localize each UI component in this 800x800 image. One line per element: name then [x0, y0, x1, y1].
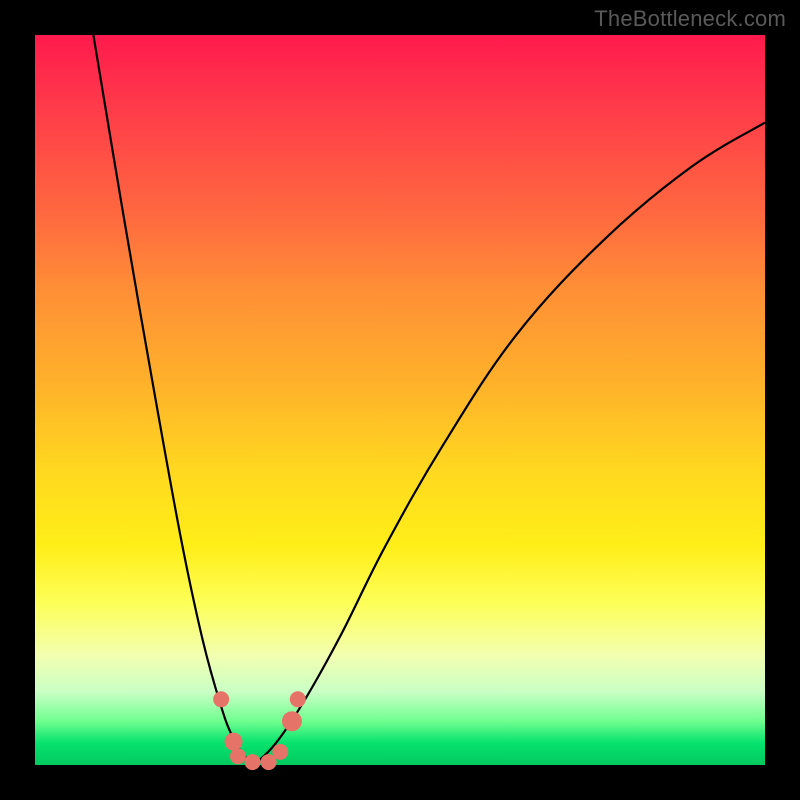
data-point	[272, 744, 288, 760]
data-point	[290, 691, 306, 707]
data-point	[213, 691, 229, 707]
chart-plot-area	[35, 35, 765, 765]
series-right-branch	[254, 123, 765, 765]
watermark-text: TheBottleneck.com	[594, 6, 786, 32]
data-point	[245, 754, 261, 770]
data-point	[230, 748, 246, 764]
chart-curves	[93, 35, 765, 765]
data-point	[282, 711, 302, 731]
series-left-branch	[93, 35, 254, 765]
data-point	[225, 733, 243, 751]
chart-svg	[35, 35, 765, 765]
chart-frame: TheBottleneck.com	[0, 0, 800, 800]
chart-markers	[213, 691, 306, 770]
